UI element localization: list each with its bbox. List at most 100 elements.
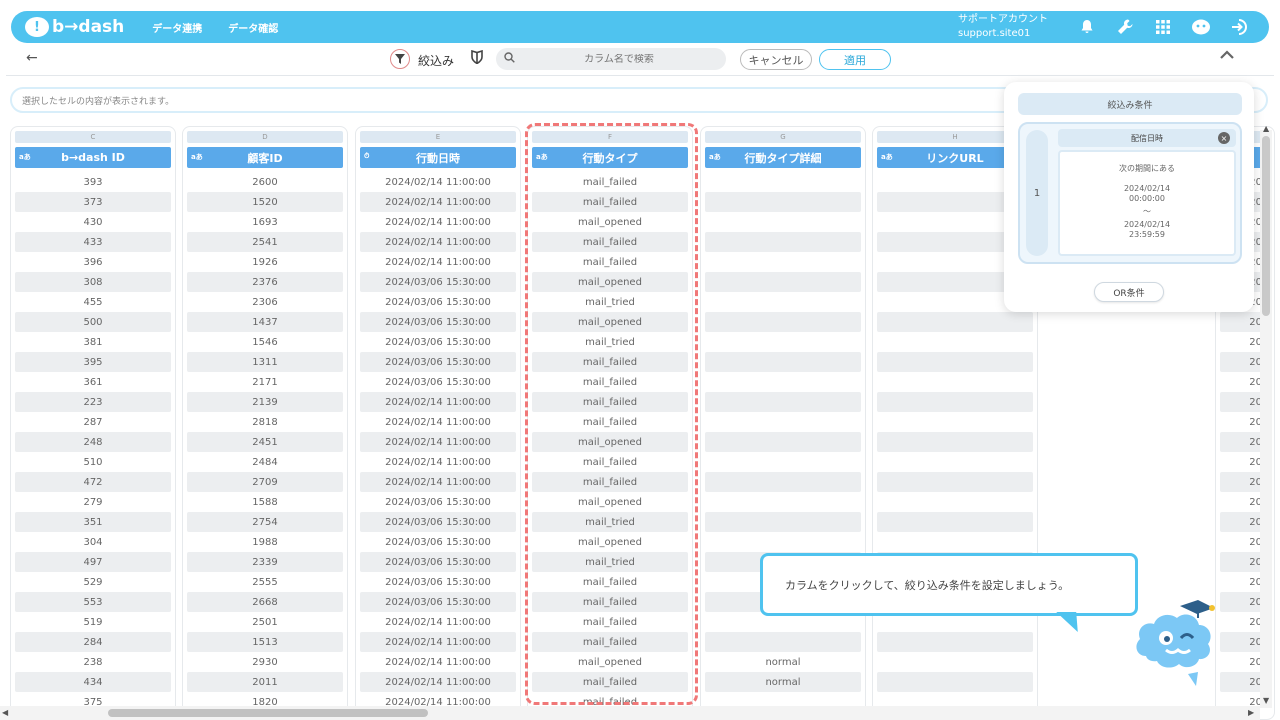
condition-field-header[interactable]: 配信日時 × bbox=[1058, 129, 1236, 147]
table-cell[interactable]: mail_opened bbox=[532, 272, 688, 292]
horizontal-scroll-thumb[interactable] bbox=[108, 709, 428, 717]
table-cell[interactable]: mail_tried bbox=[532, 332, 688, 352]
table-cell[interactable]: 519 bbox=[15, 612, 171, 632]
table-cell[interactable]: 2024/02/14 11:00:00 bbox=[360, 392, 516, 412]
table-cell[interactable] bbox=[705, 332, 861, 352]
table-cell[interactable]: 2376 bbox=[187, 272, 343, 292]
table-cell[interactable]: mail_failed bbox=[532, 452, 688, 472]
table-cell[interactable]: 396 bbox=[15, 252, 171, 272]
table-cell[interactable]: 2024/02/14 11:00:00 bbox=[360, 652, 516, 672]
table-cell[interactable]: 2024/02/14 11:00:00 bbox=[360, 452, 516, 472]
table-cell[interactable]: mail_failed bbox=[532, 632, 688, 652]
table-cell[interactable]: mail_tried bbox=[532, 512, 688, 532]
table-cell[interactable]: 2024/02/14 11:00:00 bbox=[360, 252, 516, 272]
table-cell[interactable]: 434 bbox=[15, 672, 171, 692]
table-cell[interactable]: 430 bbox=[15, 212, 171, 232]
table-cell[interactable]: 2451 bbox=[187, 432, 343, 452]
table-cell[interactable]: 2011 bbox=[187, 672, 343, 692]
nav-data-integration[interactable]: データ連携 bbox=[152, 20, 202, 35]
table-cell[interactable]: 1437 bbox=[187, 312, 343, 332]
table-cell[interactable]: 1513 bbox=[187, 632, 343, 652]
table-cell[interactable] bbox=[705, 172, 861, 192]
table-cell[interactable]: 279 bbox=[15, 492, 171, 512]
table-cell[interactable]: 287 bbox=[15, 412, 171, 432]
table-cell[interactable] bbox=[877, 672, 1033, 692]
table-cell[interactable]: 284 bbox=[15, 632, 171, 652]
search-input[interactable] bbox=[529, 53, 709, 65]
table-cell[interactable]: 2541 bbox=[187, 232, 343, 252]
column-1[interactable]: Caあ b→dash ID 393 373 430 433 396 308 455 500 381 3… bbox=[10, 126, 176, 720]
table-cell[interactable] bbox=[705, 492, 861, 512]
table-cell[interactable]: 381 bbox=[15, 332, 171, 352]
table-cell[interactable]: mail_failed bbox=[532, 252, 688, 272]
table-cell[interactable]: 433 bbox=[15, 232, 171, 252]
table-cell[interactable] bbox=[877, 532, 1033, 552]
table-cell[interactable]: 2555 bbox=[187, 572, 343, 592]
table-cell[interactable]: mail_failed bbox=[532, 372, 688, 392]
table-cell[interactable]: 455 bbox=[15, 292, 171, 312]
column-header[interactable]: aあ 行動タイプ詳細 bbox=[705, 147, 861, 168]
table-cell[interactable]: 472 bbox=[15, 472, 171, 492]
vertical-scrollbar[interactable]: ▲ ▼ bbox=[1260, 124, 1272, 708]
table-cell[interactable]: 2024/03/06 15:30:00 bbox=[360, 572, 516, 592]
table-cell[interactable]: 351 bbox=[15, 512, 171, 532]
table-cell[interactable]: mail_tried bbox=[532, 552, 688, 572]
table-cell[interactable]: 1988 bbox=[187, 532, 343, 552]
table-cell[interactable]: normal bbox=[705, 652, 861, 672]
table-cell[interactable]: 2024/03/06 15:30:00 bbox=[360, 332, 516, 352]
table-cell[interactable]: 529 bbox=[15, 572, 171, 592]
table-cell[interactable]: 1693 bbox=[187, 212, 343, 232]
scroll-left-icon[interactable]: ◀ bbox=[2, 708, 8, 717]
table-cell[interactable]: 2024/02/14 11:00:00 bbox=[360, 672, 516, 692]
table-cell[interactable] bbox=[877, 412, 1033, 432]
table-cell[interactable] bbox=[877, 512, 1033, 532]
table-cell[interactable] bbox=[877, 632, 1033, 652]
table-cell[interactable] bbox=[877, 392, 1033, 412]
table-cell[interactable]: 2024/03/06 15:30:00 bbox=[360, 312, 516, 332]
scroll-right-icon[interactable]: ▶ bbox=[1248, 708, 1254, 717]
table-cell[interactable]: 2600 bbox=[187, 172, 343, 192]
table-cell[interactable]: mail_opened bbox=[532, 532, 688, 552]
or-condition-button[interactable]: OR条件 bbox=[1094, 282, 1164, 302]
table-cell[interactable] bbox=[705, 292, 861, 312]
table-cell[interactable]: 373 bbox=[15, 192, 171, 212]
table-cell[interactable] bbox=[877, 452, 1033, 472]
table-cell[interactable] bbox=[705, 632, 861, 652]
condition-detail[interactable]: 次の期間にある 2024/02/14 00:00:00 ～ 2024/02/14… bbox=[1058, 150, 1236, 256]
table-cell[interactable] bbox=[705, 412, 861, 432]
wrench-icon[interactable] bbox=[1115, 17, 1135, 37]
table-cell[interactable]: mail_opened bbox=[532, 212, 688, 232]
table-cell[interactable]: 1926 bbox=[187, 252, 343, 272]
column-header[interactable]: aあ 顧客ID bbox=[187, 147, 343, 168]
table-cell[interactable]: 497 bbox=[15, 552, 171, 572]
table-cell[interactable]: 2024/02/14 11:00:00 bbox=[360, 172, 516, 192]
table-cell[interactable]: 2306 bbox=[187, 292, 343, 312]
table-cell[interactable]: 2818 bbox=[187, 412, 343, 432]
logo[interactable]: ! b→dash bbox=[25, 17, 124, 37]
table-cell[interactable]: 2024/02/14 11:00:00 bbox=[360, 212, 516, 232]
table-cell[interactable]: 2930 bbox=[187, 652, 343, 672]
column-header[interactable]: aあ 行動タイプ bbox=[532, 147, 688, 168]
table-cell[interactable] bbox=[877, 472, 1033, 492]
column-search[interactable] bbox=[496, 48, 726, 70]
horizontal-scrollbar[interactable]: ◀ ▶ bbox=[0, 706, 1260, 720]
table-cell[interactable]: mail_opened bbox=[532, 492, 688, 512]
table-cell[interactable]: mail_failed bbox=[532, 412, 688, 432]
table-cell[interactable] bbox=[877, 372, 1033, 392]
table-cell[interactable]: 2024/03/06 15:30:00 bbox=[360, 512, 516, 532]
table-cell[interactable]: 2024/03/06 15:30:00 bbox=[360, 272, 516, 292]
table-cell[interactable] bbox=[705, 392, 861, 412]
table-cell[interactable]: 1588 bbox=[187, 492, 343, 512]
table-cell[interactable]: mail_failed bbox=[532, 592, 688, 612]
cancel-button[interactable]: キャンセル bbox=[740, 49, 812, 70]
table-cell[interactable] bbox=[877, 312, 1033, 332]
table-cell[interactable]: 2754 bbox=[187, 512, 343, 532]
table-cell[interactable]: 1546 bbox=[187, 332, 343, 352]
table-cell[interactable]: mail_failed bbox=[532, 612, 688, 632]
bell-icon[interactable] bbox=[1077, 17, 1097, 37]
table-cell[interactable]: 2501 bbox=[187, 612, 343, 632]
table-cell[interactable]: 2024/03/06 15:30:00 bbox=[360, 532, 516, 552]
table-cell[interactable] bbox=[705, 312, 861, 332]
column-4[interactable]: Faあ 行動タイプ mail_failed mail_failed mail_opene… bbox=[527, 126, 693, 720]
table-cell[interactable]: 2024/02/14 11:00:00 bbox=[360, 632, 516, 652]
